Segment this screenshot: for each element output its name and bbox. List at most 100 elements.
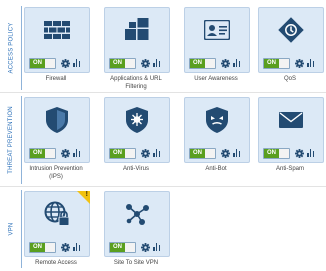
gear-icon[interactable] <box>61 242 70 252</box>
section-line <box>21 96 22 184</box>
blade-controls: ON <box>189 147 246 159</box>
shield-icon <box>42 105 72 135</box>
toggle-off-side <box>279 148 289 158</box>
envelope-icon <box>276 105 306 135</box>
on-off-toggle[interactable]: ON <box>109 147 136 159</box>
blade-name: Firewall <box>45 76 67 82</box>
blade-name: Intrusion Prevention (IPS) <box>29 166 83 180</box>
applications-icon <box>122 15 152 45</box>
bar-chart-icon[interactable] <box>233 149 240 157</box>
gear-icon[interactable] <box>295 58 304 68</box>
toggle-off-side <box>45 58 55 68</box>
on-off-toggle[interactable]: ON <box>189 147 216 159</box>
gear-icon[interactable] <box>141 148 150 158</box>
bar-chart-icon[interactable] <box>153 59 160 67</box>
toggle-on-label: ON <box>264 148 279 158</box>
section-divider <box>0 186 326 187</box>
section-line <box>21 6 22 90</box>
bar-chart-icon[interactable] <box>73 243 80 251</box>
blade-card[interactable]: ON <box>104 7 170 73</box>
section-label: ACCESS POLICY <box>4 4 18 92</box>
gear-icon[interactable] <box>61 148 70 158</box>
toggle-off-side <box>205 58 215 68</box>
blade-firewall[interactable]: ON Firewall <box>24 7 90 84</box>
blade-controls: ON <box>189 57 246 69</box>
blade-card[interactable]: ! ON <box>24 191 90 257</box>
blade-card[interactable]: ON <box>184 97 250 163</box>
section-label: VPN <box>4 188 18 270</box>
gear-icon[interactable] <box>221 58 230 68</box>
toggle-on-label: ON <box>110 58 125 68</box>
blade-card[interactable]: ON <box>24 97 90 163</box>
blade-controls: ON <box>29 147 86 159</box>
toggle-on-label: ON <box>264 58 279 68</box>
blade-card[interactable]: ON <box>258 97 324 163</box>
bar-chart-icon[interactable] <box>73 59 80 67</box>
bar-chart-icon[interactable] <box>233 59 240 67</box>
toggle-on-label: ON <box>190 58 205 68</box>
blade-qos[interactable]: ON QoS <box>258 7 324 84</box>
toggle-on-label: ON <box>110 242 125 252</box>
toggle-off-side <box>125 242 135 252</box>
blade-controls: ON <box>263 57 320 69</box>
on-off-toggle[interactable]: ON <box>189 57 216 69</box>
gear-icon[interactable] <box>141 242 150 252</box>
section-threat-prevention: THREAT PREVENTION ON Intrusion Prevention … <box>0 94 326 186</box>
section-label-text: ACCESS POLICY <box>8 22 15 74</box>
blade-user-awareness[interactable]: ON User Awareness <box>184 7 250 84</box>
gear-icon[interactable] <box>295 148 304 158</box>
gear-icon[interactable] <box>141 58 150 68</box>
gear-icon[interactable] <box>221 148 230 158</box>
blade-controls: ON <box>109 147 166 159</box>
toggle-off-side <box>125 58 135 68</box>
section-label-text: VPN <box>8 222 14 236</box>
on-off-toggle[interactable]: ON <box>109 57 136 69</box>
blade-name: Applications & URL Filtering <box>110 76 162 90</box>
bar-chart-icon[interactable] <box>153 243 160 251</box>
section-vpn: VPN! ON Remote Access ON Site To Site VPN <box>0 188 326 270</box>
blade-name: Anti-Virus <box>123 166 149 172</box>
section-line <box>21 190 22 268</box>
blade-card[interactable]: ON <box>104 97 170 163</box>
toggle-off-side <box>45 148 55 158</box>
blade-card[interactable]: ON <box>258 7 324 73</box>
on-off-toggle[interactable]: ON <box>263 147 290 159</box>
section-label: THREAT PREVENTION <box>4 94 18 186</box>
blade-anti-virus[interactable]: ON Anti-Virus <box>104 97 170 174</box>
bar-chart-icon[interactable] <box>153 149 160 157</box>
bar-chart-icon[interactable] <box>307 59 314 67</box>
blade-applications-url-filtering[interactable]: ON Applications & URL Filtering <box>104 7 170 91</box>
blade-controls: ON <box>263 147 320 159</box>
on-off-toggle[interactable]: ON <box>29 147 56 159</box>
blade-card[interactable]: ON <box>104 191 170 257</box>
on-off-toggle[interactable]: ON <box>263 57 290 69</box>
toggle-on-label: ON <box>30 148 45 158</box>
toggle-on-label: ON <box>30 242 45 252</box>
bar-chart-icon[interactable] <box>73 149 80 157</box>
blade-name: Anti-Spam <box>275 166 304 172</box>
toggle-off-side <box>125 148 135 158</box>
on-off-toggle[interactable]: ON <box>109 241 136 253</box>
globe-lock-icon <box>42 199 72 229</box>
blade-remote-access[interactable]: ! ON Remote Access <box>24 191 90 268</box>
blade-controls: ON <box>109 241 166 253</box>
virus-shield-icon <box>122 105 152 135</box>
blade-intrusion-prevention-ips[interactable]: ON Intrusion Prevention (IPS) <box>24 97 90 181</box>
toggle-off-side <box>205 148 215 158</box>
blade-site-to-site-vpn[interactable]: ON Site To Site VPN <box>104 191 170 268</box>
blade-card[interactable]: ON <box>184 7 250 73</box>
toggle-on-label: ON <box>190 148 205 158</box>
on-off-toggle[interactable]: ON <box>29 241 56 253</box>
toggle-off-side <box>279 58 289 68</box>
bar-chart-icon[interactable] <box>307 149 314 157</box>
warning-icon: ! <box>85 191 88 198</box>
blade-card[interactable]: ON <box>24 7 90 73</box>
blade-controls: ON <box>29 241 86 253</box>
blade-anti-spam[interactable]: ON Anti-Spam <box>258 97 324 174</box>
blade-name: Anti-Bot <box>205 166 227 172</box>
gear-icon[interactable] <box>61 58 70 68</box>
toggle-on-label: ON <box>110 148 125 158</box>
blade-name: QoS <box>283 76 296 82</box>
blade-anti-bot[interactable]: ON Anti-Bot <box>184 97 250 174</box>
on-off-toggle[interactable]: ON <box>29 57 56 69</box>
